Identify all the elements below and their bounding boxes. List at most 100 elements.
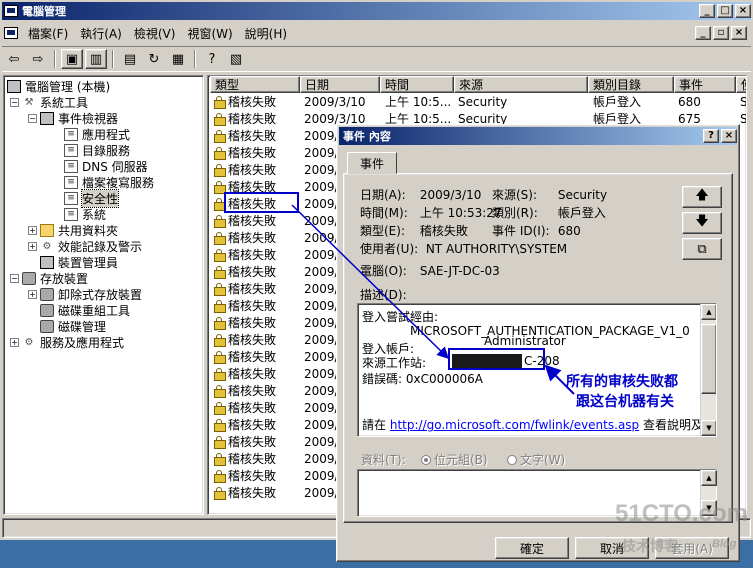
audit-failure-lock-icon [214, 385, 226, 398]
tree-performance-logs[interactable]: + ⚙ 效能記錄及警示 [28, 238, 142, 254]
radio-words[interactable]: 文字(W) [507, 451, 565, 468]
storage-icon [22, 271, 36, 285]
cell-type: 稽核失敗 [214, 349, 300, 366]
tree-log-system[interactable]: 系統 [64, 206, 106, 222]
expand-icon[interactable]: + [28, 289, 37, 299]
copy-event-button[interactable]: ⧉ [682, 238, 722, 260]
tab-event[interactable]: 事件 [347, 152, 397, 174]
scroll-thumb[interactable] [701, 324, 716, 394]
tree-disk-management[interactable]: 磁碟管理 [40, 318, 106, 334]
cell-type: 稽核失敗 [214, 366, 300, 383]
menu-file[interactable]: 檔案(F) [22, 25, 74, 42]
minimize-button[interactable]: _ [699, 4, 715, 18]
menu-action[interactable]: 執行(A) [74, 25, 128, 42]
audit-failure-lock-icon [214, 266, 226, 279]
tree-storage[interactable]: − 存放裝置 [10, 270, 88, 286]
cell-type: 稽核失敗 [214, 434, 300, 451]
expand-icon[interactable]: + [28, 241, 37, 251]
maximize-button[interactable]: □ [717, 4, 733, 18]
child-close-button[interactable]: × [731, 26, 747, 40]
source-label: 來源(S): [492, 188, 538, 202]
tree-root[interactable]: 電腦管理 (本機) [7, 78, 110, 94]
tree-device-manager[interactable]: 裝置管理員 [40, 254, 118, 270]
show-tree-icon[interactable]: ▥ [85, 49, 107, 69]
user-label: 使用者(U): [360, 242, 419, 256]
child-minimize-button[interactable]: _ [695, 26, 711, 40]
column-header-user[interactable]: 使用 [736, 76, 746, 93]
column-header-category[interactable]: 類別目錄 [588, 76, 674, 93]
column-header-date[interactable]: 日期 [300, 76, 380, 93]
tree-event-viewer[interactable]: − 事件檢視器 [28, 110, 118, 126]
column-header-source[interactable]: 來源 [454, 76, 588, 93]
folder-icon [40, 223, 54, 237]
tree-log-directory-service[interactable]: 目錄服務 [64, 142, 130, 158]
ok-button[interactable]: 確定 [495, 537, 569, 559]
cell-date: 2009/3/10 [304, 95, 366, 109]
tree-services-applications[interactable]: + ⚙ 服務及應用程式 [10, 334, 124, 350]
show-hide-console-icon[interactable]: ▧ [225, 49, 247, 69]
tree-disk-defragmenter[interactable]: 磁碟重組工具 [40, 302, 130, 318]
up-folder-icon[interactable]: ▣ [61, 49, 83, 69]
tree-log-security[interactable]: 安全性 [64, 188, 120, 208]
desc-line-logon-account-value: Administrator [484, 334, 566, 348]
scroll-up-icon[interactable]: ▲ [701, 470, 717, 486]
collapse-icon[interactable]: − [10, 97, 19, 107]
tree-removable-storage[interactable]: + 卸除式存放裝置 [28, 286, 142, 302]
column-header-time[interactable]: 時間 [380, 76, 454, 93]
description-textbox[interactable]: 登入嘗試經由: MICROSOFT_AUTHENTICATION_PACKAGE… [357, 303, 717, 437]
audit-failure-lock-icon [214, 470, 226, 483]
expand-icon[interactable]: + [28, 225, 37, 235]
collapse-icon[interactable]: − [10, 273, 19, 283]
description-scrollbar[interactable]: ▲ ▼ [700, 304, 716, 436]
child-restore-button[interactable]: ▫ [713, 26, 729, 40]
next-event-button[interactable]: 🡇 [682, 212, 722, 234]
close-button[interactable]: × [735, 4, 751, 18]
dialog-title-bar[interactable]: 事件 內容 ? × [339, 127, 737, 145]
forward-arrow-icon[interactable]: ⇨ [27, 49, 49, 69]
radio-bytes[interactable]: 位元組(B) [421, 451, 488, 468]
category-value: 帳戶登入 [557, 206, 606, 220]
column-header-type[interactable]: 類型 [210, 76, 300, 93]
audit-failure-lock-icon [214, 147, 226, 160]
cell-user: SYS [740, 112, 747, 126]
cell-category: 帳戶登入 [593, 95, 642, 109]
cell-type: 稽核失敗 [214, 264, 300, 281]
window-title-bar[interactable]: 電腦管理 _ □ × [2, 2, 751, 20]
help-icon[interactable]: ? [201, 49, 223, 69]
tree-system-tools[interactable]: − ⚒ 系統工具 [10, 94, 88, 110]
date-value: 2009/3/10 [419, 188, 482, 202]
dialog-close-button[interactable]: × [721, 129, 737, 143]
console-tree[interactable]: 電腦管理 (本機) − ⚒ 系統工具 − 事件檢視器 應用程式 目錄服務 DNS… [3, 75, 204, 515]
source-field: 來源(S): Security [492, 186, 607, 203]
audit-failure-lock-icon [214, 283, 226, 296]
collapse-icon[interactable]: − [28, 113, 37, 123]
tree-shared-folders[interactable]: + 共用資料夾 [28, 222, 118, 238]
back-arrow-icon[interactable]: ⇦ [3, 49, 25, 69]
previous-event-button[interactable]: 🡅 [682, 186, 722, 208]
tree-log-dns-server[interactable]: DNS 伺服器 [64, 158, 148, 174]
properties-icon[interactable]: ▤ [119, 49, 141, 69]
audit-failure-lock-icon [214, 249, 226, 262]
description-label: 描述(D): [360, 288, 407, 302]
tree-log-application[interactable]: 應用程式 [64, 126, 130, 142]
cell-source: Security [458, 95, 508, 109]
menu-help[interactable]: 說明(H) [239, 25, 293, 42]
scroll-down-icon[interactable]: ▼ [701, 420, 716, 436]
copy-icon: ⧉ [697, 241, 707, 257]
audit-failure-lock-icon [214, 368, 226, 381]
refresh-icon[interactable]: ↻ [143, 49, 165, 69]
menu-window[interactable]: 視窗(W) [181, 25, 238, 42]
log-icon [64, 159, 78, 173]
expand-icon[interactable]: + [10, 337, 19, 347]
tree-log-file-replication[interactable]: 檔案複寫服務 [64, 174, 154, 190]
watermark-sub: 技术博客 [622, 538, 678, 554]
export-list-icon[interactable]: ▦ [167, 49, 189, 69]
redacted-workstation-block [452, 354, 522, 368]
table-row[interactable]: 稽核失敗 2009/3/10 上午 10:5... Security 帳戶登入 680 SY… [208, 94, 746, 111]
dialog-help-button[interactable]: ? [703, 129, 719, 143]
column-header-event[interactable]: 事件 [674, 76, 736, 93]
cell-type: 稽核失敗 [214, 281, 300, 298]
events-help-link[interactable]: http://go.microsoft.com/fwlink/events.as… [390, 418, 639, 432]
menu-view[interactable]: 檢視(V) [128, 25, 182, 42]
scroll-up-icon[interactable]: ▲ [701, 304, 716, 320]
